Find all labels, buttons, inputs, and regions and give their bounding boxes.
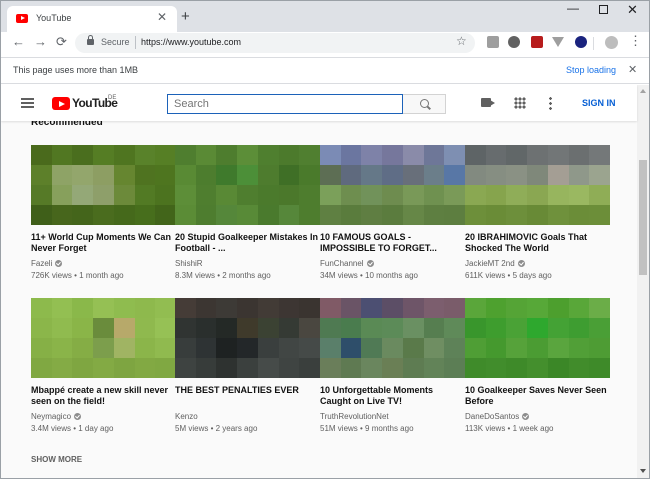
channel-name[interactable]: FunChannel [320,259,364,268]
verified-check-icon [522,413,530,420]
channel-name[interactable]: ShishiR [175,259,203,268]
channel-name[interactable]: Fazeli [31,259,52,268]
video-channel-row: Fazeli [31,259,63,268]
extension-gear-icon[interactable] [508,36,520,48]
tab-strip: YouTube ✕ + — ✕ [1,1,649,32]
tab-title: YouTube [36,13,72,23]
verified-check-icon [74,413,82,420]
video-meta: 8.3M views • 2 months ago [175,271,271,280]
verified-check-icon [55,260,63,267]
video-thumbnail[interactable] [31,298,176,378]
hamburger-menu-icon[interactable] [21,98,34,108]
toolbar-divider [593,37,594,50]
video-meta: 611K views • 5 days ago [465,271,552,280]
channel-name[interactable]: JackieMT 2nd [465,259,515,268]
channel-name[interactable]: Neymagico [31,412,71,421]
channel-name[interactable]: TruthRevolutionNet [320,412,389,421]
browser-window: YouTube ✕ + — ✕ ← → ⟳ Secure https://www… [0,0,650,479]
video-thumbnail[interactable] [320,145,465,225]
lock-icon [87,35,94,45]
video-channel-row: Kenzo [175,412,198,421]
recommended-section: Recommended 11+ World Cup Moments We Can… [1,117,637,478]
extension-shield-icon[interactable] [531,36,543,48]
infobar-message: This page uses more than 1MB [13,65,139,75]
apps-grid-icon[interactable] [514,97,526,109]
video-thumbnail[interactable] [31,145,176,225]
address-divider [135,36,136,49]
video-channel-row: Neymagico [31,412,82,421]
video-thumbnail[interactable] [465,298,610,378]
profile-avatar[interactable] [605,36,618,49]
extension-gray-icon[interactable] [487,36,499,48]
show-more-button[interactable]: SHOW MORE [31,455,82,464]
video-title[interactable]: 20 Stupid Goalkeeper Mistakes In Footbal… [175,232,320,254]
scroll-up-arrow-icon[interactable] [640,89,646,93]
infobar: This page uses more than 1MB Stop loadin… [1,57,649,84]
video-channel-row: TruthRevolutionNet [320,412,389,421]
video-channel-row: JackieMT 2nd [465,259,525,268]
page-scrollbar[interactable] [637,85,649,478]
stop-loading-link[interactable]: Stop loading [566,65,616,75]
youtube-masthead: YouTube DE SIGN IN [1,85,637,121]
tab-youtube[interactable]: YouTube ✕ [7,6,177,32]
video-title[interactable]: 10 Unforgettable Moments Caught on Live … [320,385,465,407]
browser-toolbar: ← → ⟳ Secure https://www.youtube.com ☆ ⋮ [1,32,649,54]
video-title[interactable]: 20 IBRAHIMOVIC Goals That Shocked The Wo… [465,232,610,254]
extension-download-icon[interactable] [552,37,564,47]
minimize-button[interactable]: — [567,2,579,14]
tab-close-icon[interactable]: ✕ [157,11,167,23]
video-thumbnail[interactable] [175,298,320,378]
verified-check-icon [517,260,525,267]
video-thumbnail[interactable] [320,298,465,378]
video-title[interactable]: Mbappé create a new skill never seen on … [31,385,176,407]
video-meta: 113K views • 1 week ago [465,424,554,433]
youtube-favicon-icon [16,14,28,23]
youtube-logo-icon[interactable] [52,97,70,110]
video-title[interactable]: 10 Goalkeeper Saves Never Seen Before [465,385,610,407]
bookmark-star-icon[interactable]: ☆ [456,34,467,48]
video-channel-row: FunChannel [320,259,374,268]
video-channel-row: ShishiR [175,259,203,268]
video-title[interactable]: 10 FAMOUS GOALS - IMPOSSIBLE TO FORGET..… [320,232,465,254]
video-title[interactable]: THE BEST PENALTIES EVER [175,385,320,396]
security-label: Secure [101,37,130,47]
channel-name[interactable]: Kenzo [175,412,198,421]
window-close-button[interactable]: ✕ [627,3,638,16]
infobar-close-icon[interactable]: ✕ [628,63,637,76]
video-thumbnail[interactable] [175,145,320,225]
address-bar[interactable]: Secure https://www.youtube.com ☆ [75,33,475,53]
back-button[interactable]: ← [12,34,25,50]
country-code: DE [108,95,117,101]
search-button[interactable] [403,94,446,114]
video-meta: 3.4M views • 1 day ago [31,424,114,433]
video-meta: 5M views • 2 years ago [175,424,258,433]
scrollbar-thumb[interactable] [639,160,647,275]
extension-badge-icon[interactable] [575,36,587,48]
scroll-down-arrow-icon[interactable] [640,469,646,473]
upload-video-icon[interactable] [481,98,495,107]
browser-menu-icon[interactable]: ⋮ [629,33,642,49]
video-meta: 34M views • 10 months ago [320,271,418,280]
video-channel-row: DaneDoSantos [465,412,530,421]
settings-kebab-icon[interactable] [549,96,552,110]
search-input[interactable] [167,94,403,114]
video-title[interactable]: 11+ World Cup Moments We Can Never Forge… [31,232,176,254]
new-tab-button[interactable]: + [181,9,190,24]
url-text[interactable]: https://www.youtube.com [141,37,241,47]
maximize-button[interactable] [599,5,608,14]
page-viewport: YouTube DE SIGN IN Recommended 11+ World… [1,85,649,478]
search-icon [420,99,429,108]
video-thumbnail[interactable] [465,145,610,225]
reload-button[interactable]: ⟳ [56,34,67,50]
channel-name[interactable]: DaneDoSantos [465,412,519,421]
verified-check-icon [366,260,374,267]
video-meta: 726K views • 1 month ago [31,271,124,280]
sign-in-button[interactable]: SIGN IN [582,98,616,108]
video-meta: 51M views • 9 months ago [320,424,414,433]
forward-button[interactable]: → [34,34,47,50]
